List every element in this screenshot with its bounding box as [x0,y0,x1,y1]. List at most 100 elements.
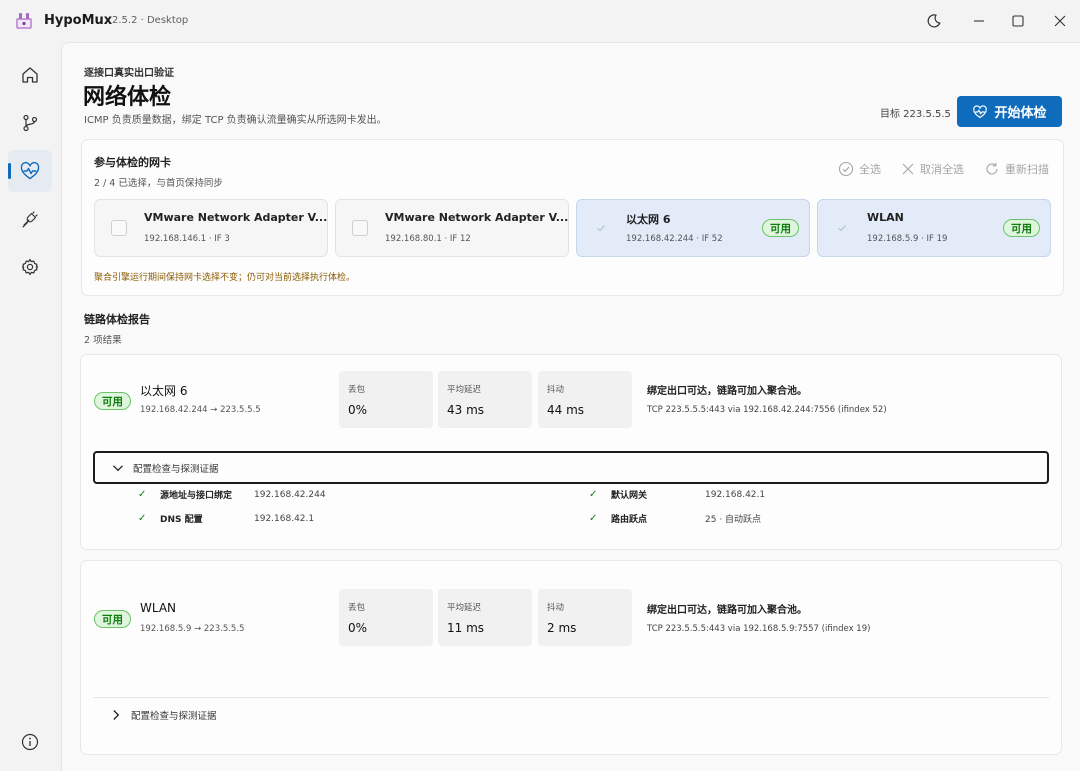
result-card: 可用 以太网 6 192.168.42.244 → 223.5.5.5 丢包 0… [80,354,1062,550]
heart-pulse-icon [973,104,988,118]
status-badge: 可用 [94,392,131,410]
sidebar-item-home[interactable] [8,54,52,96]
refresh-icon [986,162,998,175]
check-row: ✓ DNS 配置 192.168.42.1 [138,512,314,525]
metric-label: 丢包 [348,385,366,395]
app-name: HypoMux [44,13,113,28]
adapter-option[interactable]: 以太网 6 192.168.42.244 · IF 52 可用 [576,199,810,257]
adapter-name: VMware Network Adapter V... [144,211,328,224]
metric-value: 11 ms [447,621,485,635]
result-card: 可用 WLAN 192.168.5.9 → 223.5.5.5 丢包 0% 平均… [80,560,1062,755]
check-value: 192.168.42.244 [254,489,326,500]
check-label: 源地址与接口绑定 [160,491,233,501]
maximize-button[interactable] [1005,8,1031,34]
result-verdict: 绑定出口可达，链路可加入聚合池。 [647,386,807,397]
deselect-all-label: 取消全选 [920,163,964,176]
result-detail: TCP 223.5.5.5:443 via 192.168.42.244:755… [647,405,887,415]
check-icon: ✓ [589,513,598,524]
metric-value: 2 ms [547,621,577,635]
check-row: ✓ 路由跃点 25 · 自动跃点 [589,512,761,525]
status-badge: 可用 [762,219,799,237]
metric-packet-loss: 丢包 0% [339,589,433,646]
metric-jitter: 抖动 2 ms [538,589,632,646]
adapter-checkbox[interactable] [352,220,368,236]
metric-value: 0% [348,403,368,417]
metric-label: 抖动 [547,385,565,395]
metric-packet-loss: 丢包 0% [339,371,433,428]
evidence-expander-label: 配置检查与探测证据 [133,463,219,475]
deselect-all-button[interactable]: 取消全选 [901,161,964,177]
sidebar-item-health-check[interactable] [8,150,52,192]
minimize-button[interactable] [966,8,992,34]
metric-avg-latency: 平均延迟 43 ms [438,371,532,428]
adapter-option[interactable]: WLAN 192.168.5.9 · IF 19 可用 [817,199,1051,257]
maximize-icon [1012,15,1024,27]
evidence-expander[interactable]: 配置检查与探测证据 [93,698,1049,731]
check-label: 路由跃点 [611,515,648,525]
check-icon: ✓ [138,489,147,500]
result-route: 192.168.5.9 → 223.5.5.5 [140,624,245,634]
moon-icon [927,14,941,28]
start-check-button[interactable]: 开始体检 [957,96,1062,127]
report-title: 链路体检报告 [84,313,150,326]
sidebar-item-settings[interactable] [8,246,52,288]
status-badge: 可用 [94,610,131,628]
sidebar-item-routing[interactable] [8,102,52,144]
check-label: 默认网关 [611,491,648,501]
adapter-checkbox[interactable] [834,220,850,236]
sidebar-item-connections[interactable] [8,198,52,240]
select-all-button[interactable]: 全选 [838,161,881,177]
evidence-expander[interactable]: 配置检查与探测证据 [93,451,1049,484]
adapter-option[interactable]: VMware Network Adapter V... 192.168.80.1… [335,199,569,257]
check-value: 192.168.42.1 [705,489,766,500]
main-panel: 逐接口真实出口验证 网络体检 ICMP 负责质量数据，绑定 TCP 负责确认流量… [61,42,1080,771]
adapter-name: VMware Network Adapter V... [385,211,569,224]
title-bar: HypoMux 2.5.2 · Desktop [0,0,1080,42]
adapter-actions: 全选 取消全选 重新扫描 [838,161,1049,177]
start-check-label: 开始体检 [994,106,1047,121]
info-icon [21,733,39,751]
result-detail: TCP 223.5.5.5:443 via 192.168.5.9:7557 (… [647,624,871,634]
sidebar-item-about[interactable] [8,721,52,763]
metric-value: 43 ms [447,403,485,417]
evidence-expander-label: 配置检查与探测证据 [131,710,217,722]
metric-value: 0% [348,621,368,635]
adapter-checkbox[interactable] [593,220,609,236]
sidebar [0,42,60,771]
check-icon: ✓ [589,489,598,500]
adapter-meta: 192.168.5.9 · IF 19 [867,234,948,244]
result-adapter-name: 以太网 6 [140,384,188,398]
check-icon [838,225,846,232]
check-value: 192.168.42.1 [254,513,315,524]
report-count: 2 项结果 [84,335,122,346]
status-badge: 可用 [1003,219,1040,237]
rescan-button[interactable]: 重新扫描 [984,161,1049,177]
close-icon [902,163,914,175]
adapter-name: WLAN [867,211,904,224]
adapter-card-subtitle: 2 / 4 已选择，与首页保持同步 [94,178,223,189]
close-icon [1054,15,1066,27]
plug-icon [22,211,38,228]
metric-label: 抖动 [547,603,565,613]
metric-avg-latency: 平均延迟 11 ms [438,589,532,646]
check-value: 25 · 自动跃点 [705,515,762,525]
select-all-label: 全选 [859,163,881,176]
check-row: ✓ 默认网关 192.168.42.1 [589,488,765,501]
adapter-card-title: 参与体检的网卡 [94,156,171,169]
app-logo-icon [14,11,34,31]
metric-label: 丢包 [348,603,366,613]
theme-toggle-button[interactable] [921,8,947,34]
metric-value: 44 ms [547,403,585,417]
adapter-meta: 192.168.42.244 · IF 52 [626,234,723,244]
adapter-meta: 192.168.146.1 · IF 3 [144,234,230,244]
heart-pulse-icon [20,161,40,180]
page-eyebrow: 逐接口真实出口验证 [84,68,174,79]
home-icon [22,67,38,83]
close-button[interactable] [1047,8,1073,34]
metric-jitter: 抖动 44 ms [538,371,632,428]
adapter-option[interactable]: VMware Network Adapter V... 192.168.146.… [94,199,328,257]
rescan-label: 重新扫描 [1005,163,1049,176]
check-icon: ✓ [138,513,147,524]
chevron-right-icon [101,709,131,721]
adapter-checkbox[interactable] [111,220,127,236]
